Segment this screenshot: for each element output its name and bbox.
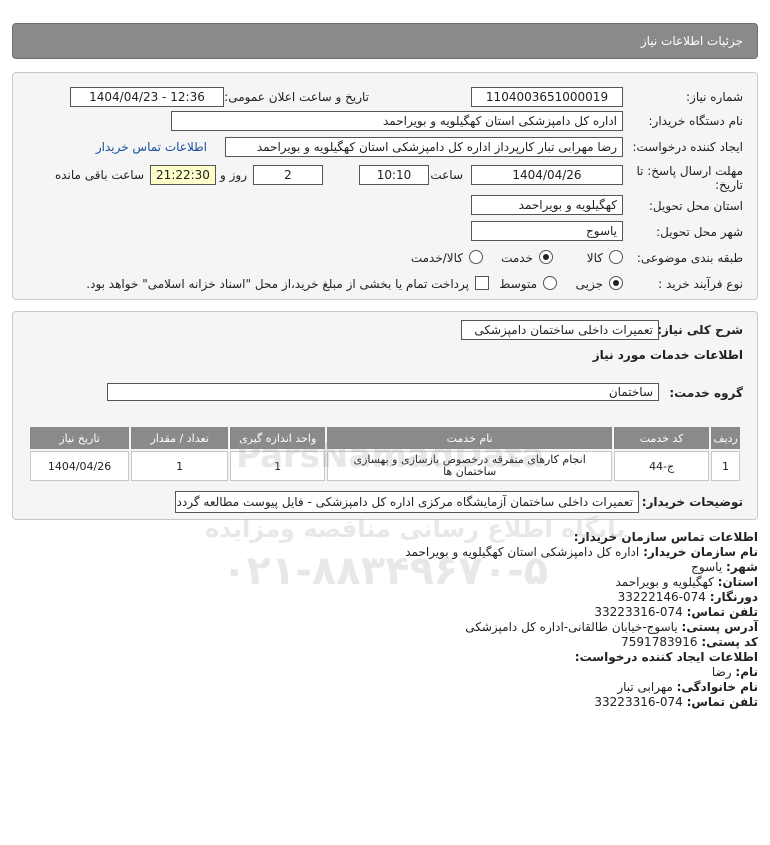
process-minor-radio[interactable]	[609, 276, 623, 290]
page-title: جزئیات اطلاعات نیاز	[640, 34, 743, 48]
announce-field: 1404/04/23 - 12:36	[70, 87, 224, 107]
province-field: کهگیلویه و بویراحمد	[471, 195, 623, 215]
category-label: طبقه بندی موضوعی:	[636, 251, 743, 265]
deadline-time-field: 10:10	[359, 165, 429, 185]
page-header: جزئیات اطلاعات نیاز	[12, 23, 758, 59]
col-unit-header: واحد اندازه گیری	[230, 427, 326, 449]
need-details-panel: شماره نیاز: 1104003651000019 تاریخ و ساع…	[12, 72, 758, 300]
process-medium-radio[interactable]	[543, 276, 557, 290]
creator-label: ایجاد کننده درخواست:	[632, 140, 743, 154]
creator-name-label: نام:	[735, 665, 758, 679]
creator-family-row: نام خانوادگی: مهرابی تبار	[12, 680, 758, 695]
buyer-label: نام دستگاه خریدار:	[648, 114, 744, 128]
contact-info: اطلاعات تماس سازمان خریدار: نام سازمان خ…	[12, 530, 758, 710]
contact-postal-label: کد پستی:	[701, 635, 758, 649]
category-goods-radio[interactable]	[609, 250, 623, 264]
city-label: شهر محل تحویل:	[656, 225, 743, 239]
creator-phone-row: تلفن تماس: 074-33223316	[12, 695, 758, 710]
creator-phone-label: تلفن تماس:	[686, 695, 758, 709]
process-medium-label: متوسط	[499, 277, 537, 291]
col-code-header: کد خدمت	[614, 427, 710, 449]
buyer-field: اداره کل دامپزشکی استان کهگیلویه و بویرا…	[171, 111, 623, 131]
category-goods-service-label: کالا/خدمت	[410, 251, 463, 265]
contact-fax-row: دورنگار: 074-33222146	[12, 590, 758, 605]
contact-postal-row: کد پستی: 7591783916	[12, 635, 758, 650]
process-label: نوع فرآیند خرید :	[658, 277, 743, 291]
need-description-panel: شرح کلی نیاز: تعمیرات داخلی ساختمان دامپ…	[12, 311, 758, 520]
buyer-notes-field: تعمیرات داخلی ساختمان آزمایشگاه مرکزی اد…	[175, 491, 639, 513]
contact-province-value: کهگیلویه و بویراحمد	[615, 575, 714, 589]
city-field: یاسوج	[471, 221, 623, 241]
summary-label: شرح کلی نیاز:	[657, 323, 743, 337]
contact-address-value: یاسوج-خیابان طالقانی-اداره کل دامپزشکی	[465, 620, 678, 634]
province-label: استان محل تحویل:	[648, 199, 743, 213]
contact-postal-value: 7591783916	[621, 635, 698, 649]
deadline-label: مهلت ارسال پاسخ: تا	[636, 164, 743, 178]
creator-family-label: نام خانوادگی:	[676, 680, 758, 694]
contact-org-label: نام سازمان خریدار:	[643, 545, 758, 559]
col-name-header: نام خدمت	[327, 427, 613, 449]
table-header-row: ردیف کد خدمت نام خدمت واحد اندازه گیری ت…	[30, 427, 740, 449]
remaining-label: ساعت باقی مانده	[54, 168, 144, 182]
deadline-label-date: تاریخ:	[715, 178, 743, 192]
treasury-checkbox[interactable]	[475, 276, 489, 290]
contact-address-row: آدرس پستی: یاسوج-خیابان طالقانی-اداره کل…	[12, 620, 758, 635]
cell-name: انجام کارهای متفرقه درخصوص بازسازی و بهس…	[327, 451, 613, 481]
need-number-field: 1104003651000019	[471, 87, 623, 107]
hour-label: ساعت	[430, 168, 463, 182]
days-label: روز و	[220, 168, 247, 182]
treasury-note: پرداخت تمام یا بخشی از مبلغ خرید،از محل …	[86, 277, 469, 291]
services-heading: اطلاعات خدمات مورد نیاز	[592, 348, 743, 362]
contact-phone-value: 074-33223316	[594, 605, 683, 619]
category-goods-service-radio[interactable]	[469, 250, 483, 264]
cell-row: 1	[711, 451, 740, 481]
contact-org-row: نام سازمان خریدار: اداره کل دامپزشکی است…	[12, 545, 758, 560]
cell-date: 1404/04/26	[30, 451, 130, 481]
contact-city-value: یاسوج	[691, 560, 723, 574]
table-row: 1 ج-44 انجام کارهای متفرقه درخصوص بازساز…	[30, 451, 740, 481]
contact-province-label: استان:	[717, 575, 758, 589]
creator-heading: اطلاعات ایجاد کننده درخواست:	[574, 650, 758, 664]
services-table: ردیف کد خدمت نام خدمت واحد اندازه گیری ت…	[28, 425, 742, 483]
service-group-field: ساختمان	[107, 383, 659, 401]
remaining-time-field: 21:22:30	[150, 165, 216, 185]
contact-org-value: اداره کل دامپزشکی استان کهگیلویه و بویرا…	[405, 545, 640, 559]
contact-heading: اطلاعات تماس سازمان خریدار:	[573, 530, 758, 544]
service-group-label: گروه خدمت:	[669, 386, 743, 400]
contact-phone-label: تلفن تماس:	[686, 605, 758, 619]
buyer-contact-link[interactable]: اطلاعات تماس خریدار	[96, 140, 207, 154]
category-service-label: خدمت	[501, 251, 533, 265]
announce-label: تاریخ و ساعت اعلان عمومی:	[224, 90, 369, 104]
contact-fax-value: 074-33222146	[617, 590, 706, 604]
deadline-date-field: 1404/04/26	[471, 165, 623, 185]
creator-field: رضا مهرابی تبار کارپرداز اداره کل دامپزش…	[225, 137, 623, 157]
creator-phone-value: 074-33223316	[594, 695, 683, 709]
cell-code: ج-44	[614, 451, 710, 481]
category-goods-label: کالا	[586, 251, 603, 265]
creator-name-row: نام: رضا	[12, 665, 758, 680]
days-field: 2	[253, 165, 323, 185]
creator-name-value: رضا	[711, 665, 732, 679]
category-service-radio[interactable]	[539, 250, 553, 264]
contact-city-row: شهر: یاسوج	[12, 560, 758, 575]
cell-unit: 1	[230, 451, 326, 481]
contact-fax-label: دورنگار:	[709, 590, 758, 604]
contact-city-label: شهر:	[726, 560, 758, 574]
col-row-header: ردیف	[711, 427, 740, 449]
cell-qty: 1	[131, 451, 229, 481]
col-date-header: تاریخ نیاز	[30, 427, 130, 449]
buyer-notes-label: توضیحات خریدار:	[641, 495, 743, 509]
creator-family-value: مهرابی تبار	[617, 680, 673, 694]
summary-field: تعمیرات داخلی ساختمان دامپزشکی	[461, 320, 659, 340]
contact-phone-row: تلفن تماس: 074-33223316	[12, 605, 758, 620]
contact-province-row: استان: کهگیلویه و بویراحمد	[12, 575, 758, 590]
col-qty-header: تعداد / مقدار	[131, 427, 229, 449]
need-number-label: شماره نیاز:	[686, 90, 743, 104]
process-minor-label: جزیی	[575, 277, 603, 291]
contact-address-label: آدرس پستی:	[681, 620, 758, 634]
